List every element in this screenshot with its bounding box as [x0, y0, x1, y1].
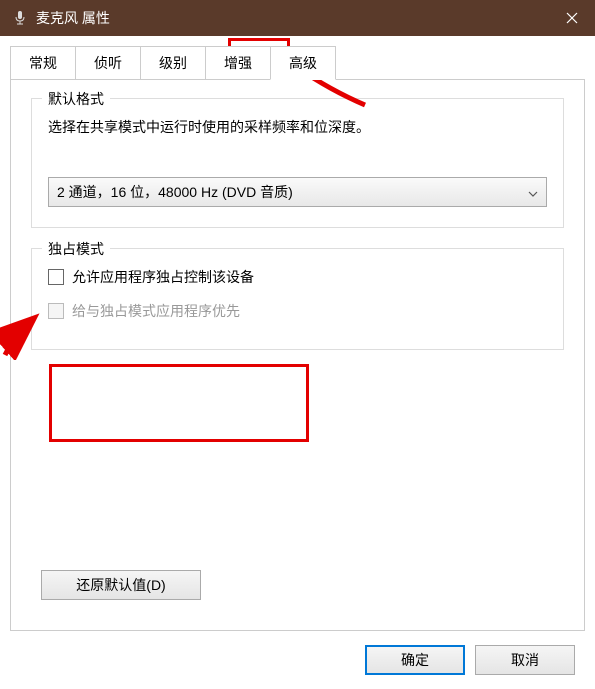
tab-general[interactable]: 常规 — [10, 46, 76, 79]
cancel-button[interactable]: 取消 — [475, 645, 575, 675]
checkbox-row-give-priority: 给与独占模式应用程序优先 — [48, 301, 547, 321]
group-title-exclusive-mode: 独占模式 — [42, 239, 110, 259]
content-area: 常规 侦听 级别 增强 高级 默认格式 选择在共享模式中运行时使用的采样频率和位… — [0, 36, 595, 689]
ok-button[interactable]: 确定 — [365, 645, 465, 675]
tabs: 常规 侦听 级别 增强 高级 — [10, 46, 585, 79]
default-format-description: 选择在共享模式中运行时使用的采样频率和位深度。 — [48, 117, 547, 137]
sample-rate-dropdown[interactable]: 2 通道，16 位，48000 Hz (DVD 音质) — [48, 177, 547, 207]
tab-levels[interactable]: 级别 — [140, 46, 206, 79]
chevron-down-icon — [528, 184, 538, 200]
close-button[interactable] — [549, 0, 595, 36]
microphone-icon — [12, 10, 28, 26]
tab-advanced[interactable]: 高级 — [270, 46, 336, 80]
tab-panel-advanced: 默认格式 选择在共享模式中运行时使用的采样频率和位深度。 2 通道，16 位，4… — [10, 79, 585, 631]
checkbox-label-allow-exclusive: 允许应用程序独占控制该设备 — [72, 267, 254, 287]
close-icon — [566, 12, 578, 24]
checkbox-give-priority — [48, 303, 64, 319]
annotation-highlight-exclusive — [49, 364, 309, 442]
checkbox-label-give-priority: 给与独占模式应用程序优先 — [72, 301, 240, 321]
group-title-default-format: 默认格式 — [42, 89, 110, 109]
checkbox-allow-exclusive[interactable] — [48, 269, 64, 285]
titlebar: 麦克风 属性 — [0, 0, 595, 36]
window-title: 麦克风 属性 — [36, 8, 549, 28]
tab-listen[interactable]: 侦听 — [75, 46, 141, 79]
checkbox-row-allow-exclusive[interactable]: 允许应用程序独占控制该设备 — [48, 267, 547, 287]
dropdown-selected-value: 2 通道，16 位，48000 Hz (DVD 音质) — [57, 182, 293, 202]
group-exclusive-mode: 独占模式 允许应用程序独占控制该设备 给与独占模式应用程序优先 — [31, 248, 564, 350]
dialog-footer: 确定 取消 — [10, 631, 585, 689]
group-default-format: 默认格式 选择在共享模式中运行时使用的采样频率和位深度。 2 通道，16 位，4… — [31, 98, 564, 228]
tab-enhance[interactable]: 增强 — [205, 46, 271, 79]
restore-defaults-button[interactable]: 还原默认值(D) — [41, 570, 201, 600]
